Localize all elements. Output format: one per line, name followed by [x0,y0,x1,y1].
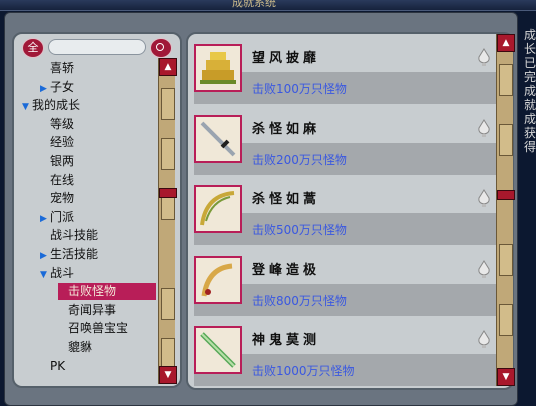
tree-item[interactable]: PK [40,358,65,375]
tree-item[interactable]: ▼ 战斗 [40,265,74,282]
achievement-scrollbar[interactable]: ▲ ▼ [496,34,515,386]
tree-item[interactable]: ▶ 子女 [40,79,74,96]
tree-item[interactable]: 喜轿 [40,60,74,77]
tree-item[interactable]: 等级 [40,116,74,133]
achievement-panel: 望风披靡 击败100万只怪物 杀怪如麻 击败200万只怪物 杀怪如蒿 击败500万只怪物登… [186,32,514,390]
chevron-right-icon: ▶ [40,251,47,261]
category-tree: 喜轿 ▶ 子女 ▼ 我的成长 等级 经验 银两 在线 宠物 ▶ 门派 战斗技能 ▶ 生活技能 ▼ 战斗 击败怪物奇… [22,60,156,378]
tower-icon [194,44,242,92]
tree-item-label: 我的成长 [32,98,81,113]
bow-icon [194,185,242,233]
window-titlebar: 成就系统 [0,0,536,11]
scroll-up-button[interactable]: ▲ [497,34,515,52]
tree-item[interactable]: 奇闻异事 [58,302,116,319]
achievement-row[interactable]: 杀怪如麻击败200万只怪物 [194,110,500,175]
achievement-desc: 击败500万只怪物 [252,223,347,237]
lotus-badge-icon [478,118,490,137]
tree-item[interactable]: 貔貅 [58,339,92,356]
tree-item[interactable]: 银两 [40,153,74,170]
achievement-name: 杀怪如蒿 [252,192,321,207]
achievement-name: 杀怪如麻 [252,121,321,137]
tree-item[interactable]: 在线 [40,172,74,189]
tree-item-label: 击败怪物 [68,284,117,299]
side-hint-text: 成长已完成就成获得 [524,28,536,154]
tree-item-label: 战斗 [50,265,75,280]
tree-item-label: 银两 [50,154,75,168]
achievement-name: 望风披靡 [252,51,321,66]
window-title: 成就系统 [232,0,276,9]
tree-item[interactable]: ▶ 生活技能 [40,246,98,263]
tree-item[interactable]: 宠物 [40,190,74,207]
scroll-thumb[interactable] [497,190,515,200]
scroll-up-button[interactable]: ▲ [159,58,177,76]
search-input[interactable] [48,39,146,55]
lotus-badge-icon [478,330,490,348]
tree-item-label: 召唤兽宝宝 [68,321,129,336]
chevron-right-icon: ▶ [40,83,47,94]
tree-item-label: PK [50,358,66,373]
achievement-row[interactable]: 登峰造极击败800万只怪物 [194,251,500,316]
tree-item-label: 等级 [50,116,75,131]
tree-item-label: 子女 [50,79,75,94]
achievement-row[interactable]: 望风披靡击败100万只怪物 [194,40,500,104]
achievement-name: 神鬼莫测 [252,333,321,348]
search-bar: 全 [22,38,172,58]
tree-item-label: 在线 [50,172,75,187]
tree-item-label: 貔貅 [68,340,93,354]
scroll-thumb[interactable] [159,188,177,198]
chevron-right-icon: ▶ [40,213,47,224]
chevron-down-icon: ▼ [40,269,47,280]
achievement-name: 登峰造极 [252,262,321,278]
scroll-down-button[interactable]: ▼ [497,368,515,386]
tree-item-label: 奇闻异事 [68,302,117,317]
tree-item-label: 宠物 [50,191,75,206]
scroll-down-button[interactable]: ▼ [159,366,177,384]
blade-icon [194,255,242,304]
achievement-desc: 击败200万只怪物 [252,152,347,167]
achievement-desc: 击败1000万只怪物 [252,364,355,378]
tree-item-label: 生活技能 [50,247,99,261]
category-scrollbar[interactable]: ▲ ▼ [158,58,177,384]
lotus-badge-icon [478,259,490,278]
achievement-desc: 击败800万只怪物 [252,293,347,308]
tree-item-label: 门派 [50,209,75,224]
chevron-down-icon: ▼ [22,102,29,113]
lotus-badge-icon [478,189,490,207]
tree-item[interactable]: 战斗技能 [40,227,98,244]
tree-item[interactable]: ▼ 我的成长 [22,97,80,114]
achievement-row[interactable]: 神鬼莫测击败1000万只怪物 [194,322,500,386]
tree-item-label: 经验 [50,135,75,150]
dagger-icon [194,326,242,374]
tree-item-label: 喜轿 [50,61,75,75]
tree-item[interactable]: 召唤兽宝宝 [58,320,128,337]
tree-item[interactable]: 经验 [40,134,74,151]
sword-icon [194,114,242,163]
tree-item-label: 战斗技能 [50,228,99,243]
tree-item[interactable]: ▶ 门派 [40,209,74,226]
achievement-row[interactable]: 杀怪如蒿击败500万只怪物 [194,181,500,245]
tree-item[interactable]: 击败怪物 [58,283,156,301]
show-all-button[interactable]: 全 [22,38,44,58]
search-button[interactable] [150,38,172,58]
achievement-desc: 击败100万只怪物 [252,82,347,96]
lotus-badge-icon [478,48,490,66]
